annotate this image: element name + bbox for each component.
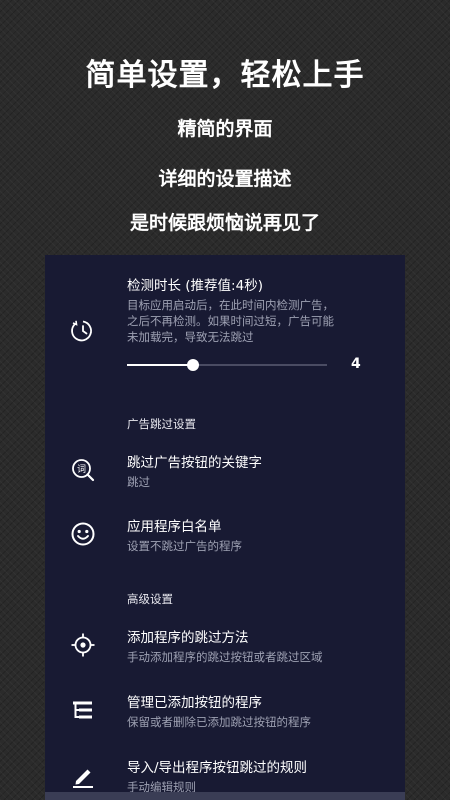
section-header-ad-skip: 广告跳过设置 xyxy=(127,417,196,431)
whitelist-desc: 设置不跳过广告的程序 xyxy=(127,539,242,553)
settings-panel: 检测时长 (推荐值:4秒) 目标应用启动后，在此时间内检测广告， 之后不再检测。… xyxy=(45,255,405,800)
crosshair-icon xyxy=(67,629,99,661)
svg-text:词: 词 xyxy=(77,464,86,475)
manage-desc: 保留或者删除已添加跳过按钮的程序 xyxy=(127,715,311,729)
slider-thumb[interactable] xyxy=(187,359,199,371)
word-search-icon: 词 xyxy=(67,454,99,486)
add-method-setting[interactable]: 添加程序的跳过方法 手动添加程序的跳过按钮或者跳过区域 xyxy=(127,629,385,665)
duration-slider[interactable] xyxy=(127,358,327,372)
promo-line-1: 精简的界面 xyxy=(177,118,273,140)
manage-title: 管理已添加按钮的程序 xyxy=(127,695,262,711)
duration-desc-1: 目标应用启动后，在此时间内检测广告， xyxy=(127,298,334,312)
pencil-icon xyxy=(67,760,99,792)
duration-desc-3: 未加载完，导致无法跳过 xyxy=(127,330,254,344)
manage-setting[interactable]: 管理已添加按钮的程序 保留或者删除已添加跳过按钮的程序 xyxy=(127,694,385,730)
timer-icon xyxy=(67,315,99,347)
import-export-setting[interactable]: 导入/导出程序按钮跳过的规则 手动编辑规则 xyxy=(127,759,385,795)
promo-line-2: 详细的设置描述 xyxy=(158,168,292,190)
promo-line-3: 是时候跟烦恼说再见了 xyxy=(129,212,320,234)
keywords-setting[interactable]: 跳过广告按钮的关键字 跳过 xyxy=(127,454,385,490)
keywords-desc: 跳过 xyxy=(127,475,150,489)
slider-fill xyxy=(127,364,193,366)
smiley-icon xyxy=(67,518,99,550)
duration-value: 4 xyxy=(351,356,361,372)
duration-setting[interactable]: 检测时长 (推荐值:4秒) 目标应用启动后，在此时间内检测广告， 之后不再检测。… xyxy=(127,277,385,345)
whitelist-setting[interactable]: 应用程序白名单 设置不跳过广告的程序 xyxy=(127,518,385,554)
duration-desc-2: 之后不再检测。如果时间过短，广告可能 xyxy=(127,314,334,328)
whitelist-title: 应用程序白名单 xyxy=(127,519,222,535)
bottom-bar xyxy=(45,792,405,800)
section-header-advanced: 高级设置 xyxy=(127,592,173,606)
list-tree-icon xyxy=(67,694,99,726)
add-method-title: 添加程序的跳过方法 xyxy=(127,630,249,646)
keywords-title: 跳过广告按钮的关键字 xyxy=(127,455,262,471)
promo-title: 简单设置，轻松上手 xyxy=(85,58,365,93)
import-export-title: 导入/导出程序按钮跳过的规则 xyxy=(127,760,308,776)
add-method-desc: 手动添加程序的跳过按钮或者跳过区域 xyxy=(127,650,323,664)
duration-title: 检测时长 (推荐值:4秒) xyxy=(127,278,263,294)
